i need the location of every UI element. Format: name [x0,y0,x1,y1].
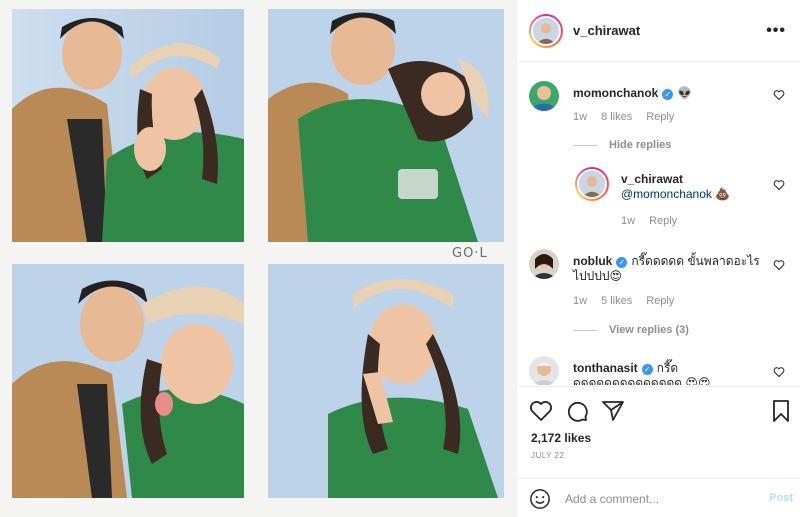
author-avatar-image [533,17,559,44]
like-comment-heart-icon[interactable] [773,89,785,101]
reply-item: v_chirawat @momonchanok 💩 1w Reply [575,167,791,227]
author-username[interactable]: v_chirawat [573,23,640,38]
post-image[interactable]: GO·L [0,0,516,517]
comment-time: 1w [573,111,588,123]
like-count[interactable]: 2,172 likes [531,431,591,445]
photo-frame-4 [268,264,504,498]
author-avatar[interactable] [529,13,563,48]
like-comment-heart-icon[interactable] [773,259,785,271]
like-reply-heart-icon[interactable] [773,179,785,191]
comment-avatar[interactable] [529,356,559,385]
photo-frame-1 [12,9,244,242]
hide-replies-button[interactable]: Hide replies [573,139,671,151]
comments-list[interactable]: momonchanok ✓ 👽 1w 8 likes Reply Hide replie… [517,63,800,385]
comment-body: nobluk ✓ กรี๊ดดดดด ขั้นพลาดอะไรไปปปป😍 [573,254,763,284]
comment-like-count[interactable]: 5 likes [601,295,632,307]
action-icons [529,399,791,423]
comment-avatar[interactable] [529,249,559,279]
comment-like-count[interactable]: 8 likes [601,111,632,123]
comment-reply-button[interactable]: Reply [646,111,674,123]
like-heart-icon[interactable] [529,399,553,423]
more-horizontal-icon[interactable]: ••• [766,22,786,40]
photo-frame-2 [268,9,504,242]
post-actions: 2,172 likes JULY 22 Post [517,386,800,517]
comment-item: nobluk ✓ กรี๊ดดดดด ขั้นพลาดอะไรไปปปป😍 1w 5 … [529,249,791,309]
emoji-icon[interactable] [529,488,551,510]
reply-username[interactable]: v_chirawat [621,172,683,186]
comment-body: momonchanok ✓ 👽 [573,86,769,101]
reply-time: 1w [621,215,636,227]
photo-strip [0,0,516,517]
post-date[interactable]: JULY 22 [531,451,564,460]
photo-1-illustration [12,9,244,242]
post-side-panel: v_chirawat ••• momonchanok ✓ 👽 1w 8 likes Re… [516,0,800,517]
photo-watermark: GO·L [452,246,488,261]
add-comment-bar: Post [517,478,800,517]
comment-item: momonchanok ✓ 👽 1w 8 likes Reply [529,81,791,123]
reply-avatar[interactable] [575,167,609,201]
reply-text: @momonchanok 💩 [621,187,731,201]
post-comment-button[interactable]: Post [769,492,793,504]
photo-4-illustration [268,264,504,498]
reply-meta: 1w Reply [621,215,691,227]
comment-avatar[interactable] [529,81,559,111]
photo-2-illustration [268,9,504,242]
post-header: v_chirawat ••• [517,0,800,62]
reply-reply-button[interactable]: Reply [649,215,677,227]
comment-username[interactable]: nobluk [573,254,612,268]
comment-item: tonthanasit ✓ กรี๊ดดดดดดดดดดดดดดด 😍😍 [529,356,791,385]
reply-body: v_chirawat @momonchanok 💩 [621,172,771,202]
view-replies-button[interactable]: View replies (3) [573,324,689,336]
verified-badge-icon: ✓ [616,257,628,268]
comment-meta: 1w 8 likes Reply [573,111,688,123]
comment-username[interactable]: momonchanok [573,86,658,100]
comment-body: tonthanasit ✓ กรี๊ดดดดดดดดดดดดดดด 😍😍 [573,361,763,385]
photo-3-illustration [12,264,244,498]
comment-bubble-icon[interactable] [565,399,589,423]
share-paper-plane-icon[interactable] [601,399,625,423]
add-comment-input[interactable] [565,489,745,509]
verified-badge-icon: ✓ [662,89,674,100]
comment-meta: 1w 5 likes Reply [573,295,688,307]
comment-username[interactable]: tonthanasit [573,361,638,375]
comment-text: 👽 [677,86,693,100]
save-bookmark-icon[interactable] [769,399,793,423]
photo-frame-3 [12,264,244,498]
comment-time: 1w [573,295,588,307]
verified-badge-icon: ✓ [641,364,653,375]
like-comment-heart-icon[interactable] [773,366,785,378]
comment-reply-button[interactable]: Reply [646,295,674,307]
